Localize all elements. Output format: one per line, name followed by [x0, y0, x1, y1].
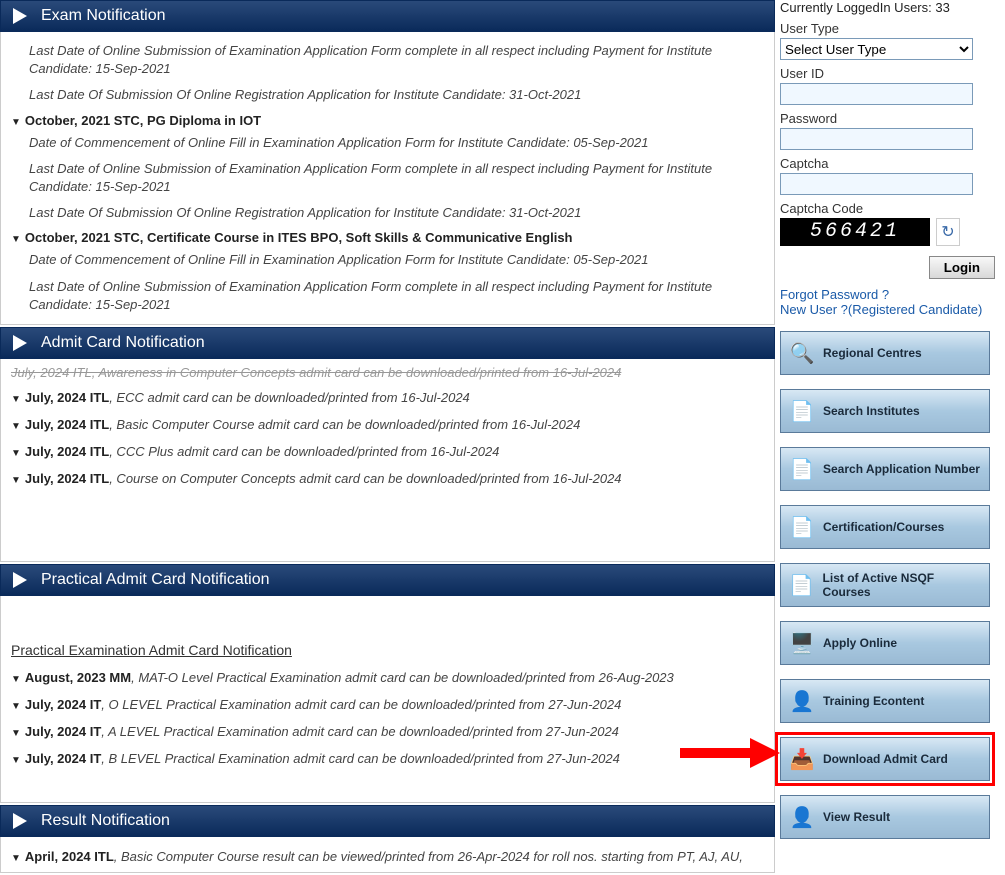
document-icon: 📄	[787, 570, 817, 600]
notice-row[interactable]: July, 2024 IT, O LEVEL Practical Examina…	[11, 691, 764, 718]
notice-text: Date of Commencement of Online Fill in E…	[11, 130, 764, 156]
nav-download-admit-card[interactable]: 📥 Download Admit Card	[780, 737, 990, 781]
section-title: Practical Admit Card Notification	[41, 571, 270, 588]
monitor-icon: 🖥️	[787, 628, 817, 658]
exam-notification-header: Exam Notification	[0, 0, 775, 32]
nav-label: Regional Centres	[823, 346, 922, 360]
result-header: Result Notification	[0, 805, 775, 837]
nav-label: Certification/Courses	[823, 520, 944, 534]
practical-admit-body: Practical Examination Admit Card Notific…	[0, 596, 775, 803]
nav-label: Apply Online	[823, 636, 897, 650]
captcha-code-label: Captcha Code	[780, 201, 1005, 216]
practical-admit-header: Practical Admit Card Notification	[0, 564, 775, 596]
user-id-label: User ID	[780, 66, 1005, 81]
nav-label: View Result	[823, 810, 890, 824]
magnifier-icon: 🔍	[787, 338, 817, 368]
section-title: Result Notification	[41, 812, 170, 829]
section-title: Admit Card Notification	[41, 334, 205, 351]
notice-heading[interactable]: October, 2021 STC, PG Diploma in IOT	[11, 109, 764, 130]
user-type-label: User Type	[780, 21, 1005, 36]
notice-row[interactable]: July, 2024 IT, B LEVEL Practical Examina…	[11, 745, 764, 772]
nav-apply-online[interactable]: 🖥️ Apply Online	[780, 621, 990, 665]
nav-label: Training Econtent	[823, 694, 924, 708]
exam-notification-body: Last Date of Online Submission of Examin…	[0, 32, 775, 325]
result-body: April, 2024 ITL, Basic Computer Course r…	[0, 837, 775, 873]
nav-label: Search Application Number	[823, 462, 980, 476]
nav-regional-centres[interactable]: 🔍 Regional Centres	[780, 331, 990, 375]
notice-row[interactable]: April, 2024 ITL, Basic Computer Course r…	[11, 843, 764, 870]
admit-card-body: July, 2024 ITL, Awareness in Computer Co…	[0, 359, 775, 562]
person-icon: 👤	[787, 802, 817, 832]
arrow-right-icon	[13, 8, 27, 24]
notice-text: Date of Commencement of Online Fill in E…	[11, 247, 764, 273]
notice-row[interactable]: July, 2024 ITL, ECC admit card can be do…	[11, 384, 764, 411]
captcha-label: Captcha	[780, 156, 1005, 171]
document-icon: 📄	[787, 512, 817, 542]
notice-text: Last Date of Online Submission of Examin…	[11, 38, 764, 82]
password-label: Password	[780, 111, 1005, 126]
admit-card-header: Admit Card Notification	[0, 327, 775, 359]
nav-search-application-number[interactable]: 📄 Search Application Number	[780, 447, 990, 491]
nav-certification-courses[interactable]: 📄 Certification/Courses	[780, 505, 990, 549]
nav-active-nsqf-courses[interactable]: 📄 List of Active NSQF Courses	[780, 563, 990, 607]
notice-text: Last Date Of Submission Of Online Regist…	[11, 200, 764, 226]
user-type-select[interactable]: Select User Type	[780, 38, 973, 60]
arrow-right-icon	[13, 335, 27, 351]
notice-heading[interactable]: October, 2021 STC, Certificate Course in…	[11, 226, 764, 247]
arrow-right-icon	[13, 572, 27, 588]
nav-label: List of Active NSQF Courses	[823, 571, 983, 599]
nav-training-econtent[interactable]: 👤 Training Econtent	[780, 679, 990, 723]
notice-text: Last Date Of Submission Of Online Regist…	[11, 82, 764, 108]
captcha-image: 566421	[780, 218, 930, 246]
arrow-right-icon	[13, 813, 27, 829]
notice-text-clipped: July, 2024 ITL, Awareness in Computer Co…	[11, 363, 764, 384]
nav-search-institutes[interactable]: 📄 Search Institutes	[780, 389, 990, 433]
logged-in-users: Currently LoggedIn Users: 33	[780, 0, 1005, 15]
notice-row[interactable]: July, 2024 ITL, Basic Computer Course ad…	[11, 411, 764, 438]
notice-row[interactable]: July, 2024 ITL, CCC Plus admit card can …	[11, 438, 764, 465]
login-button[interactable]: Login	[929, 256, 995, 279]
refresh-captcha-button[interactable]: ↻	[936, 218, 960, 246]
user-id-input[interactable]	[780, 83, 973, 105]
notice-row[interactable]: July, 2024 ITL, Course on Computer Conce…	[11, 465, 764, 492]
download-icon: 📥	[787, 744, 817, 774]
person-icon: 👤	[787, 686, 817, 716]
notice-text: Last Date of Online Submission of Examin…	[11, 156, 764, 200]
password-input[interactable]	[780, 128, 973, 150]
notice-row[interactable]: August, 2023 MM, MAT-O Level Practical E…	[11, 664, 764, 691]
notice-row[interactable]: July, 2024 IT, A LEVEL Practical Examina…	[11, 718, 764, 745]
forgot-password-link[interactable]: Forgot Password ?	[780, 287, 1005, 302]
new-user-link[interactable]: New User ?(Registered Candidate)	[780, 302, 1005, 317]
nav-view-result[interactable]: 👤 View Result	[780, 795, 990, 839]
nav-label: Download Admit Card	[823, 752, 948, 766]
document-icon: 📄	[787, 396, 817, 426]
section-title: Exam Notification	[41, 7, 166, 24]
captcha-input[interactable]	[780, 173, 973, 195]
nav-label: Search Institutes	[823, 404, 920, 418]
document-icon: 📄	[787, 454, 817, 484]
notice-text: Last Date of Online Submission of Examin…	[11, 274, 764, 318]
practical-subheading: Practical Examination Admit Card Notific…	[11, 602, 764, 664]
